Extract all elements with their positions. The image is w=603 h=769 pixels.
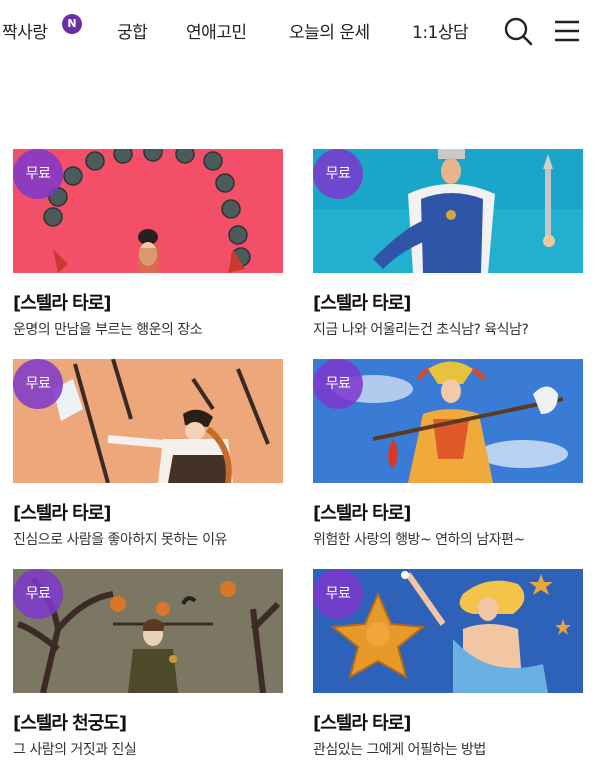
nav-item-crush[interactable]: 짝사랑 <box>2 18 48 43</box>
content-card[interactable]: 무료 [스텔라 천궁도] 그 사람의 거짓과 진실 <box>13 569 283 769</box>
free-badge: 무료 <box>313 149 363 199</box>
free-badge: 무료 <box>13 149 63 199</box>
card-title: [스텔라 타로] <box>313 503 412 524</box>
free-badge: 무료 <box>13 359 63 409</box>
card-description: 지금 나와 어울리는건 초식남? 육식남? <box>313 322 529 338</box>
card-description: 진심으로 사람을 좋아하지 못하는 이유 <box>13 532 227 548</box>
free-badge: 무료 <box>313 569 363 619</box>
content-card[interactable]: 무료 [스텔라 타로] 지금 나와 어울리는건 초식남? 육식남? <box>313 149 583 349</box>
card-description: 관심있는 그에게 어필하는 방법 <box>313 742 486 758</box>
content-card[interactable]: 무료 [스텔라 타로] 관심있는 그에게 어필하는 방법 <box>313 569 583 769</box>
free-badge: 무료 <box>313 359 363 409</box>
card-description: 운명의 만남을 부르는 행운의 장소 <box>13 322 203 338</box>
card-title: [스텔라 타로] <box>13 503 112 524</box>
free-badge: 무료 <box>13 569 63 619</box>
nav-item-compatibility[interactable]: 궁합 <box>117 18 148 43</box>
search-icon[interactable] <box>503 16 533 46</box>
card-title: [스텔라 천궁도] <box>13 713 127 734</box>
card-title: [스텔라 타로] <box>13 293 112 314</box>
card-description: 위험한 사랑의 행방~ 연하의 남자편~ <box>313 532 525 548</box>
content-card[interactable]: 무료 [스텔라 타로] 진심으로 사람을 좋아하지 못하는 이유 <box>13 359 283 559</box>
hamburger-menu-icon[interactable] <box>553 16 583 46</box>
card-title: [스텔라 타로] <box>313 713 412 734</box>
top-navigation: 짝사랑 N 궁합 연애고민 오늘의 운세 1:1상담 <box>0 0 603 64</box>
card-description: 그 사람의 거짓과 진실 <box>13 742 137 758</box>
nav-item-love-concern[interactable]: 연애고민 <box>186 18 247 43</box>
nav-item-daily-fortune[interactable]: 오늘의 운세 <box>289 18 370 43</box>
content-card[interactable]: 무료 [스텔라 타로] 위험한 사랑의 행방~ 연하의 남자편~ <box>313 359 583 559</box>
card-title: [스텔라 타로] <box>313 293 412 314</box>
content-card[interactable]: 무료 [스텔라 타로] 운명의 만남을 부르는 행운의 장소 <box>13 149 283 349</box>
new-badge: N <box>62 14 82 34</box>
nav-item-consultation[interactable]: 1:1상담 <box>412 18 469 43</box>
